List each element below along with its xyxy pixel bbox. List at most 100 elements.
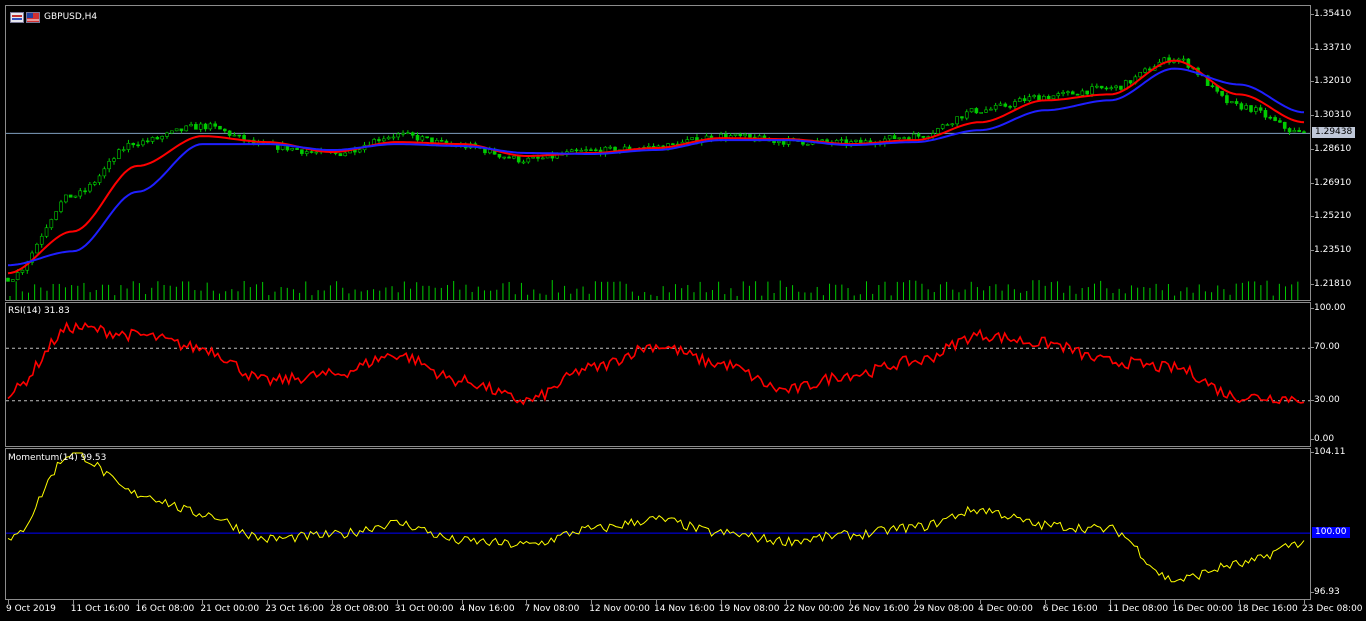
time-tick-label: 21 Oct 00:00 [200, 604, 260, 614]
time-tick-label: 7 Nov 08:00 [524, 604, 580, 614]
symbol-title: GBPUSD,H4 [44, 12, 98, 22]
price-tick: 1.30310 [1310, 110, 1352, 121]
candle-body [165, 132, 169, 137]
candle-body [1302, 131, 1306, 134]
candle-body [733, 133, 738, 136]
current-price-badge: 1.29438 [1312, 127, 1356, 139]
candle-body [1032, 95, 1037, 98]
candle-body [1061, 92, 1065, 94]
candle-body [1273, 117, 1277, 121]
candle-body [88, 184, 92, 192]
candle-body [743, 134, 747, 137]
candle-body [1268, 116, 1273, 119]
candle-body [1022, 98, 1027, 101]
candle-body [911, 133, 916, 140]
ma-slow-line [7, 67, 1305, 267]
candle-body [1080, 90, 1085, 96]
rsi-tick: 100.00 [1311, 303, 1346, 313]
candle-body [59, 201, 63, 212]
candle-body [107, 161, 111, 170]
time-tick-label: 22 Nov 00:00 [783, 604, 845, 614]
candle-body [396, 133, 401, 138]
rsi-pane[interactable]: RSI(14) 31.83 [5, 302, 1311, 447]
candle-body [969, 108, 974, 113]
rsi-label: RSI(14) 31.83 [8, 306, 70, 316]
candle-body [1003, 103, 1008, 107]
candle-body [1278, 120, 1282, 123]
candle-body [536, 156, 540, 159]
momentum-pane[interactable]: Momentum(14) 99.53 [5, 448, 1311, 600]
rsi-tick: 70.00 [1311, 342, 1340, 353]
candle-body [1085, 90, 1089, 95]
candle-body [916, 133, 921, 137]
candle-body [1008, 106, 1012, 108]
rsi-chart-svg[interactable] [6, 303, 1312, 448]
candle-body [502, 156, 507, 159]
candle-body [781, 141, 786, 145]
candle-body [170, 130, 174, 134]
candle-body [15, 272, 20, 280]
candle-body [126, 143, 131, 150]
candle-body [892, 135, 897, 140]
candle-body [497, 153, 502, 158]
chart-window-icon [10, 12, 24, 23]
candle-body [964, 111, 969, 119]
rsi-axis: 100.00 70.00 30.00 0.00 [1310, 302, 1366, 447]
candle-body [998, 103, 1003, 106]
candle-body [425, 136, 429, 139]
candle-body [887, 135, 892, 140]
price-chart-svg[interactable] [6, 6, 1312, 302]
candle-body [381, 138, 386, 142]
candle-body [184, 125, 189, 132]
price-chart-pane[interactable]: GBPUSD,H4 [5, 5, 1311, 301]
candle-body [1046, 95, 1051, 100]
price-tick: 1.35410 [1310, 8, 1352, 19]
candle-body [6, 277, 10, 282]
candle-body [507, 156, 511, 159]
candle-body [593, 149, 598, 152]
time-tick-label: 28 Oct 08:00 [330, 604, 389, 614]
time-axis[interactable]: 9 Oct 2019 11 Oct 16:00 16 Oct 08:00 21 Oct… [0, 600, 1366, 621]
momentum-line [7, 452, 1305, 583]
candle-body [290, 147, 295, 151]
candle-body [1229, 101, 1234, 104]
candle-body [950, 123, 955, 126]
time-tick-label: 23 Dec 08:00 [1302, 604, 1363, 614]
time-tick-label: 4 Dec 00:00 [978, 604, 1033, 614]
candle-body [131, 143, 136, 146]
candle-body [179, 128, 184, 132]
candle-body [39, 235, 44, 245]
candle-body [415, 134, 420, 141]
momentum-chart-svg[interactable] [6, 449, 1312, 601]
rsi-tick: 0.00 [1310, 434, 1335, 444]
candle-body [516, 155, 521, 163]
candle-body [1070, 91, 1075, 95]
time-tick-label: 29 Nov 08:00 [913, 604, 974, 614]
candle-body [208, 123, 213, 130]
candle-body [1225, 95, 1229, 104]
candle-body [512, 155, 516, 159]
rsi-line [7, 321, 1305, 406]
candle-body [223, 128, 227, 132]
time-tick-label: 14 Nov 16:00 [654, 604, 715, 614]
time-tick-label: 9 Oct 2019 [6, 604, 56, 614]
momentum-reference-badge: 100.00 [1312, 527, 1350, 539]
candle-body [386, 136, 391, 140]
candle-body [44, 227, 49, 237]
candle-body [1181, 58, 1186, 61]
candle-body [1095, 85, 1099, 88]
candle-body [984, 109, 988, 113]
momentum-tick: 104.11 [1311, 447, 1346, 457]
candle-body [237, 134, 242, 137]
candle-body [1114, 85, 1118, 89]
candle-body [1066, 91, 1070, 94]
price-tick: 1.23510 [1310, 245, 1352, 256]
rsi-tick: 30.00 [1311, 394, 1340, 405]
ma-fast-line [7, 59, 1305, 275]
candle-body [902, 137, 906, 139]
candle-body [1143, 68, 1147, 73]
candle-body [940, 124, 945, 129]
candle-body [73, 195, 78, 198]
price-axis[interactable]: 1.35410 1.33710 1.32010 1.30310 1.28610 … [1310, 5, 1366, 301]
candle-body [671, 143, 675, 145]
